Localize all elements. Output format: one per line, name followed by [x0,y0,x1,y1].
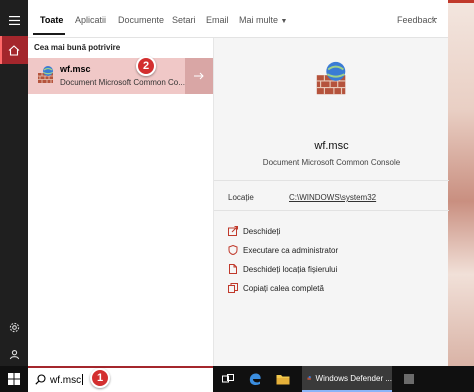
step-1-badge: 1 [90,368,110,388]
gear-icon [9,322,19,332]
firewall-app-icon [307,375,311,380]
task-view-button[interactable] [219,370,237,388]
edge-icon [249,373,261,385]
action-open-label: Deschideți [243,226,281,236]
search-query: wf.msc [50,375,82,386]
more-options-button[interactable]: ··· [431,13,438,23]
shield-icon [228,245,238,255]
windows-logo-icon [8,373,20,385]
tab-more[interactable]: Mai multe ▼ [239,15,287,25]
start-button[interactable] [5,370,23,388]
result-details-pane: wf.msc Document Microsoft Common Console… [213,38,449,366]
open-icon [228,226,238,236]
user-icon [9,349,19,359]
caret-down-icon: ▼ [280,18,288,25]
settings-button[interactable] [0,313,28,341]
action-run-as-admin[interactable]: Executare ca administrator [228,243,338,257]
action-open-file-location[interactable]: Deschideți locația fișierului [228,262,337,276]
action-copy-full-path-label: Copiați calea completă [243,283,324,293]
app-icon [404,374,414,384]
user-account-button[interactable] [0,340,28,368]
best-match-result[interactable]: wf.msc Document Microsoft Common Co... [28,58,213,94]
search-icon [35,374,46,385]
action-open[interactable]: Deschideți [228,224,280,238]
copy-icon [228,283,238,293]
search-results-panel: Toate Aplicatii Documente Setari Email M… [28,0,449,366]
hamburger-icon [8,15,20,25]
result-title: wf.msc [60,64,91,74]
taskbar-search-box[interactable]: wf.msc [28,366,213,392]
step-2-badge: 2 [136,56,156,76]
tab-apps[interactable]: Aplicatii [75,15,106,25]
file-location-icon [229,264,237,274]
results-list: Cea mai bună potrivire wf.msc Document M… [28,38,213,366]
firewall-console-large-icon [316,61,346,95]
tab-more-label: Mai multe [239,15,279,25]
task-view-icon [222,374,234,383]
edge-browser-button[interactable] [246,370,264,388]
search-input[interactable]: wf.msc [50,374,84,386]
taskbar-app-windows-defender[interactable]: Windows Defender ... [302,366,392,392]
taskbar-app-label: Windows Defender ... [315,373,392,383]
detail-title: wf.msc [314,140,349,152]
file-explorer-button[interactable] [274,370,292,388]
desktop-wallpaper [448,0,474,366]
best-match-heading: Cea mai bună potrivire [34,43,121,52]
action-run-as-admin-label: Executare ca administrator [243,245,339,255]
location-label: Locație [228,193,254,202]
text-caret [82,374,84,385]
divider [214,180,449,181]
tab-documents[interactable]: Documente [118,15,164,25]
result-subtitle: Document Microsoft Common Co... [60,78,185,87]
start-left-rail [0,0,28,366]
tab-settings[interactable]: Setari [172,15,196,25]
hamburger-menu-button[interactable] [0,6,28,34]
tab-all[interactable]: Toate [40,15,63,25]
tab-email[interactable]: Email [206,15,229,25]
location-path-link[interactable]: C:\WINDOWS\system32 [289,193,376,202]
folder-icon [276,374,290,384]
taskbar: wf.msc Windows Defender ... [0,366,474,392]
action-copy-full-path[interactable]: Copiați calea completă [228,281,324,295]
home-icon [8,44,20,56]
active-tab-indicator [33,33,65,35]
search-tabs: Toate Aplicatii Documente Setari Email M… [28,0,448,38]
open-details-button[interactable] [185,58,213,94]
action-open-file-location-label: Deschideți locația fișierului [243,264,338,274]
taskbar-pinned-app[interactable] [400,370,418,388]
home-button[interactable] [0,36,28,64]
arrow-right-icon [194,72,204,80]
detail-subtitle: Document Microsoft Common Console [262,158,401,167]
firewall-console-icon [38,66,53,83]
divider [214,210,449,211]
